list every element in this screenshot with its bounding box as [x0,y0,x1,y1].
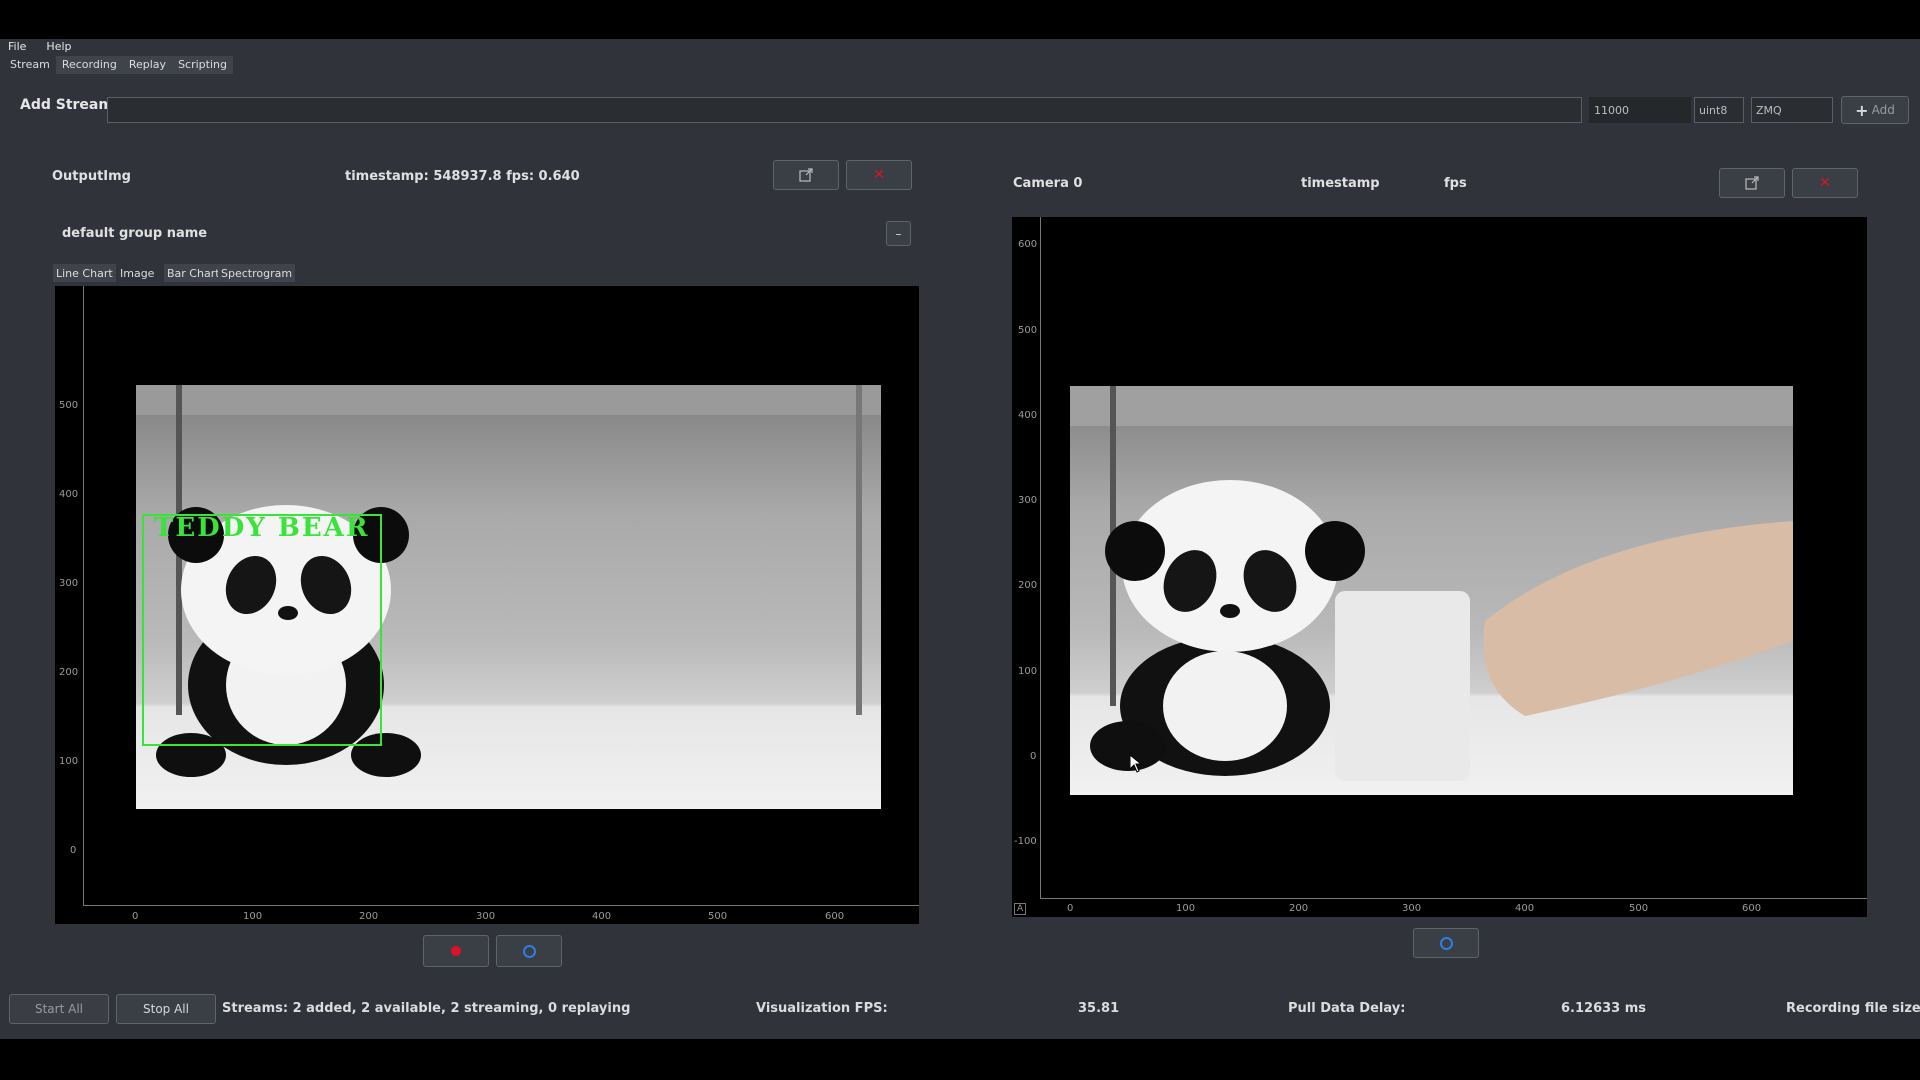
menu-bar: File Help [4,39,76,55]
right-camera-frame [1070,386,1793,795]
y-tick: 400 [1018,410,1038,421]
right-popout-button[interactable] [1719,168,1785,198]
right-stream-title: Camera 0 [1013,176,1083,191]
left-x-axis [83,905,919,906]
app-window: File Help Stream Recording Replay Script… [0,39,1920,1039]
tab-scripting[interactable]: Scripting [172,56,233,74]
x-tick: 600 [1742,903,1762,914]
right-refresh-button[interactable] [1413,928,1479,958]
x-tick: 0 [1067,903,1074,914]
panda-mug-hand-scene [1070,386,1793,781]
recording-file-size-label: Recording file size: [1786,1001,1920,1016]
right-image-plot[interactable]: 600 500 400 300 200 100 0 -100 0 100 200… [1012,217,1867,917]
x-tick: 300 [1402,903,1422,914]
x-tick: 400 [1515,903,1535,914]
stop-all-button[interactable]: Stop All [116,994,216,1024]
y-tick: 300 [59,578,79,589]
viz-tab-image[interactable]: Image [117,264,157,282]
dtype-select[interactable]: uint8 [1694,97,1744,123]
y-tick: 500 [59,400,79,411]
left-remove-button[interactable]: ✕ [846,160,912,190]
left-record-button[interactable] [423,935,489,967]
x-tick: 500 [708,911,728,922]
viz-fps-label: Visualization FPS: [756,1001,888,1016]
detection-box [142,514,382,746]
port-input[interactable]: 11000 [1589,97,1691,123]
y-tick: 100 [59,756,79,767]
main-tabs: Stream Recording Replay Scripting [4,56,233,74]
right-fps-label: fps [1444,176,1467,191]
y-tick: 500 [1018,325,1038,336]
y-tick: 0 [70,845,77,856]
popout-icon [1745,176,1759,190]
x-tick: 100 [1176,903,1196,914]
viz-tab-bar-chart[interactable]: Bar Chart [164,264,223,282]
menu-help[interactable]: Help [42,39,75,55]
protocol-select[interactable]: ZMQ [1751,97,1833,123]
left-refresh-button[interactable] [496,935,562,967]
right-x-axis [1040,898,1867,899]
record-icon [451,946,461,956]
detection-label: TEDDY BEAR [154,513,370,543]
left-image-plot[interactable]: 500 400 300 200 100 0 0 100 200 300 400 … [55,286,919,924]
left-camera-frame: TEDDY BEAR [136,385,881,809]
corner-auto-range-button[interactable]: A [1014,903,1027,915]
menu-file[interactable]: File [4,39,30,55]
y-tick: -100 [1014,836,1037,847]
pull-delay-value: 6.12633 ms [1561,1001,1647,1016]
viz-fps-value: 35.81 [1078,1001,1120,1016]
x-tick: 100 [243,911,263,922]
add-stream-button[interactable]: + Add [1841,96,1909,124]
y-tick: 200 [59,667,79,678]
right-y-axis [1040,217,1041,899]
tab-recording[interactable]: Recording [55,56,123,74]
y-tick: 600 [1018,239,1038,250]
close-icon: ✕ [873,167,885,183]
mouse-cursor-icon [1130,755,1142,773]
stream-url-input[interactable] [107,97,1582,123]
y-tick: 200 [1018,580,1038,591]
popout-icon [799,168,813,182]
y-tick: 100 [1018,666,1038,677]
right-timestamp-label: timestamp [1301,176,1380,191]
viz-tab-spectrogram[interactable]: Spectrogram [218,264,296,282]
y-tick: 300 [1018,495,1038,506]
streams-status: Streams: 2 added, 2 available, 2 streami… [222,1001,631,1016]
refresh-icon [1439,936,1453,950]
x-tick: 200 [1289,903,1309,914]
refresh-icon [522,944,536,958]
tab-replay[interactable]: Replay [122,56,173,74]
x-tick: 500 [1629,903,1649,914]
left-y-axis [83,286,84,906]
start-all-button[interactable]: Start All [9,994,109,1024]
y-tick: 400 [59,489,79,500]
left-popout-button[interactable] [773,160,839,190]
group-name-label: default group name [62,226,208,241]
add-stream-label: Add Stream [20,97,113,113]
viz-tab-line-chart[interactable]: Line Chart [53,264,116,282]
close-icon: ✕ [1819,175,1831,191]
right-remove-button[interactable]: ✕ [1792,168,1858,198]
x-tick: 200 [359,911,379,922]
tab-stream[interactable]: Stream [4,56,56,74]
x-tick: 400 [592,911,612,922]
x-tick: 600 [825,911,845,922]
pull-delay-label: Pull Data Delay: [1288,1001,1406,1016]
left-stream-title: OutputImg [52,169,131,184]
group-collapse-button[interactable]: – [886,221,911,246]
x-tick: 300 [476,911,496,922]
x-tick: 0 [132,911,139,922]
left-timestamp-fps: timestamp: 548937.8 fps: 0.640 [345,169,580,184]
y-tick: 0 [1030,751,1037,762]
plus-icon: + [1855,100,1869,120]
